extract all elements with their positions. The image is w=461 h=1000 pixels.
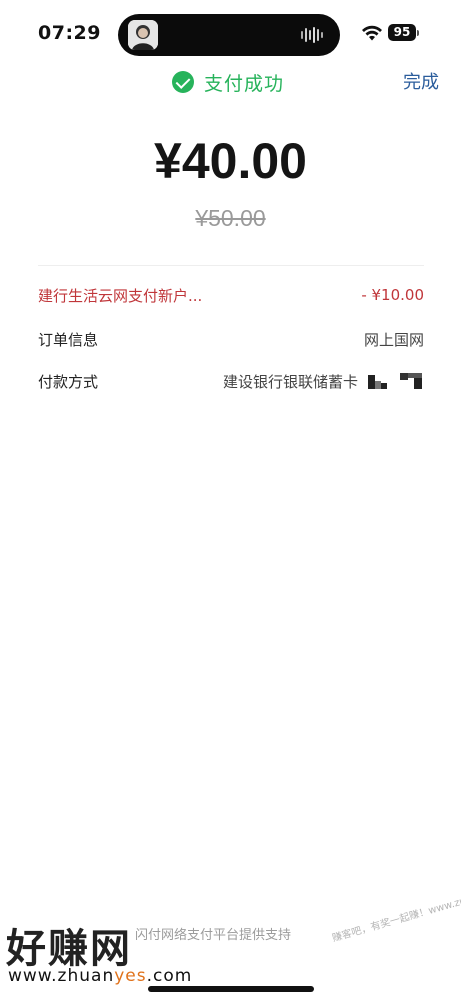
status-time: 07:29 bbox=[38, 22, 101, 44]
check-circle-icon bbox=[172, 71, 194, 93]
watermark-side-text: 赚客吧，有奖一起赚！www.zuanke8.com bbox=[331, 880, 461, 945]
watermark-url-highlight: yes bbox=[114, 966, 147, 986]
album-art-icon bbox=[128, 20, 158, 50]
divider bbox=[38, 265, 424, 266]
payment-success-label: 支付成功 bbox=[204, 72, 285, 95]
order-info-label: 订单信息 bbox=[38, 330, 99, 349]
done-button[interactable]: 完成 bbox=[403, 68, 439, 94]
order-info-value: 网上国网 bbox=[363, 330, 424, 349]
wifi-icon bbox=[362, 25, 382, 41]
payment-method-value: 建设银行银联储蓄卡 bbox=[222, 372, 358, 391]
payment-method-label: 付款方式 bbox=[38, 372, 99, 391]
discount-label: 建行生活云网支付新户... bbox=[38, 286, 203, 305]
watermark-url-suffix: .com bbox=[146, 966, 193, 986]
watermark-url: www.zhuanyes.com bbox=[8, 966, 192, 986]
original-amount: ¥50.00 bbox=[195, 205, 266, 231]
home-indicator[interactable] bbox=[148, 986, 314, 992]
battery-icon: 95 bbox=[388, 24, 416, 41]
redacted-card-number bbox=[368, 373, 422, 389]
payment-method-value-wrap: 建设银行银联储蓄卡 bbox=[223, 371, 424, 392]
audio-wave-icon bbox=[301, 27, 323, 43]
discount-row[interactable]: 建行生活云网支付新户... - ¥10.00 bbox=[38, 282, 424, 308]
battery-tip bbox=[417, 30, 419, 36]
discount-value: - ¥10.00 bbox=[361, 286, 424, 304]
dynamic-island[interactable] bbox=[118, 14, 340, 56]
support-footer-text: 闪付网络支付平台提供支持 bbox=[135, 928, 292, 943]
order-info-row[interactable]: 订单信息 网上国网 bbox=[38, 326, 424, 352]
paid-amount: ¥40.00 bbox=[154, 133, 307, 189]
status-bar: 07:29 95 bbox=[0, 0, 461, 64]
watermark-url-prefix: www.zhuan bbox=[8, 966, 115, 986]
payment-method-row[interactable]: 付款方式 建设银行银联储蓄卡 bbox=[38, 368, 424, 394]
payment-success-header: 支付成功 bbox=[172, 68, 284, 96]
